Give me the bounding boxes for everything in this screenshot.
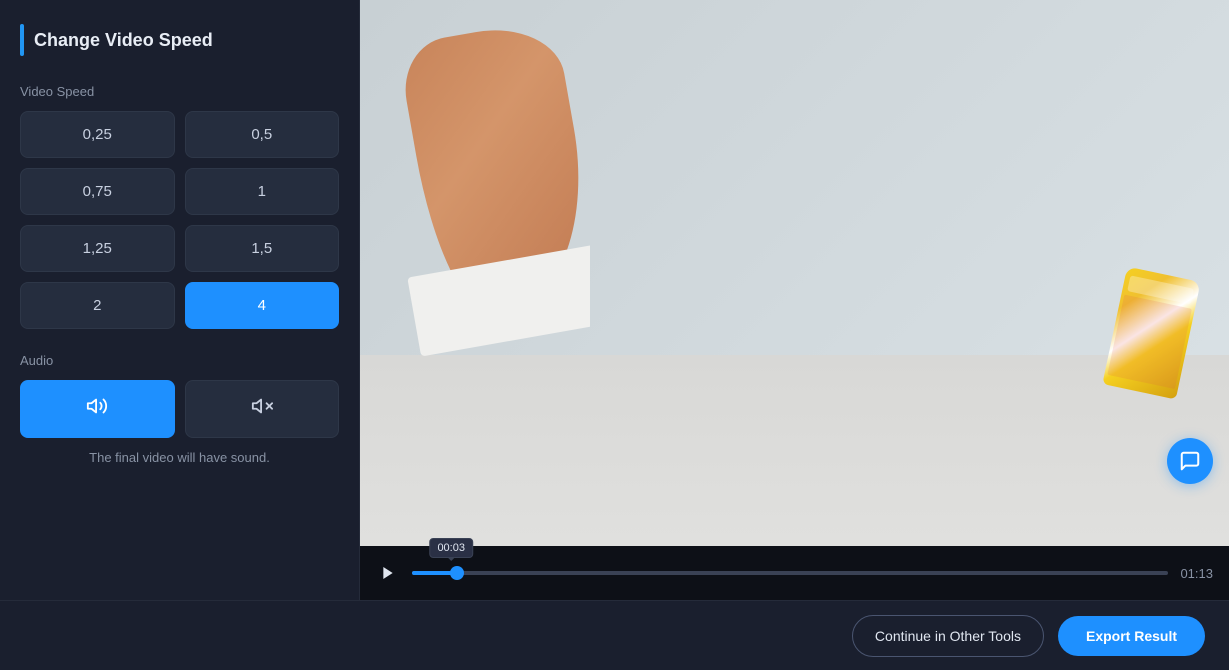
speed-btn-2[interactable]: 2 — [20, 282, 175, 329]
video-controls: 00:03 01:13 — [360, 546, 1229, 600]
audio-on-button[interactable] — [20, 380, 175, 438]
speed-btn-025[interactable]: 0,25 — [20, 111, 175, 158]
play-icon — [380, 565, 396, 581]
export-result-button[interactable]: Export Result — [1058, 616, 1205, 656]
progress-thumb[interactable]: 00:03 — [450, 566, 464, 580]
speed-btn-05[interactable]: 0,5 — [185, 111, 340, 158]
audio-grid — [20, 380, 339, 438]
speed-btn-4[interactable]: 4 — [185, 282, 340, 329]
hand-shape — [400, 20, 590, 322]
blue-accent-bar — [20, 24, 24, 56]
audio-note: The final video will have sound. — [20, 450, 339, 465]
speed-btn-1[interactable]: 1 — [185, 168, 340, 215]
speed-btn-125[interactable]: 1,25 — [20, 225, 175, 272]
sidebar: Change Video Speed Video Speed 0,25 0,5 … — [0, 0, 360, 600]
sound-on-icon — [86, 395, 108, 423]
speed-btn-15[interactable]: 1,5 — [185, 225, 340, 272]
time-display: 01:13 — [1180, 566, 1213, 581]
video-area: 00:03 01:13 — [360, 0, 1229, 600]
sidebar-header: Change Video Speed — [20, 24, 339, 56]
sidebar-title: Change Video Speed — [34, 30, 213, 51]
video-container — [360, 0, 1229, 546]
time-tooltip: 00:03 — [429, 538, 473, 558]
audio-section: Audio — [20, 353, 339, 465]
chat-bubble-button[interactable] — [1167, 438, 1213, 484]
chat-icon — [1179, 450, 1201, 472]
sleeve — [407, 240, 590, 357]
hand-area — [400, 20, 590, 430]
play-button[interactable] — [376, 561, 400, 585]
continue-other-tools-button[interactable]: Continue in Other Tools — [852, 615, 1044, 657]
can-label-body — [1107, 295, 1192, 390]
bottom-bar: Continue in Other Tools Export Result — [0, 600, 1229, 670]
speed-section-label: Video Speed — [20, 84, 339, 99]
video-frame — [360, 0, 1229, 546]
audio-off-button[interactable] — [185, 380, 340, 438]
audio-section-label: Audio — [20, 353, 339, 368]
speed-grid: 0,25 0,5 0,75 1 1,25 1,5 2 4 — [20, 111, 339, 329]
progress-track: 00:03 — [412, 571, 1168, 575]
speed-btn-075[interactable]: 0,75 — [20, 168, 175, 215]
sound-off-icon — [251, 395, 273, 423]
progress-bar-container[interactable]: 00:03 — [412, 571, 1168, 575]
